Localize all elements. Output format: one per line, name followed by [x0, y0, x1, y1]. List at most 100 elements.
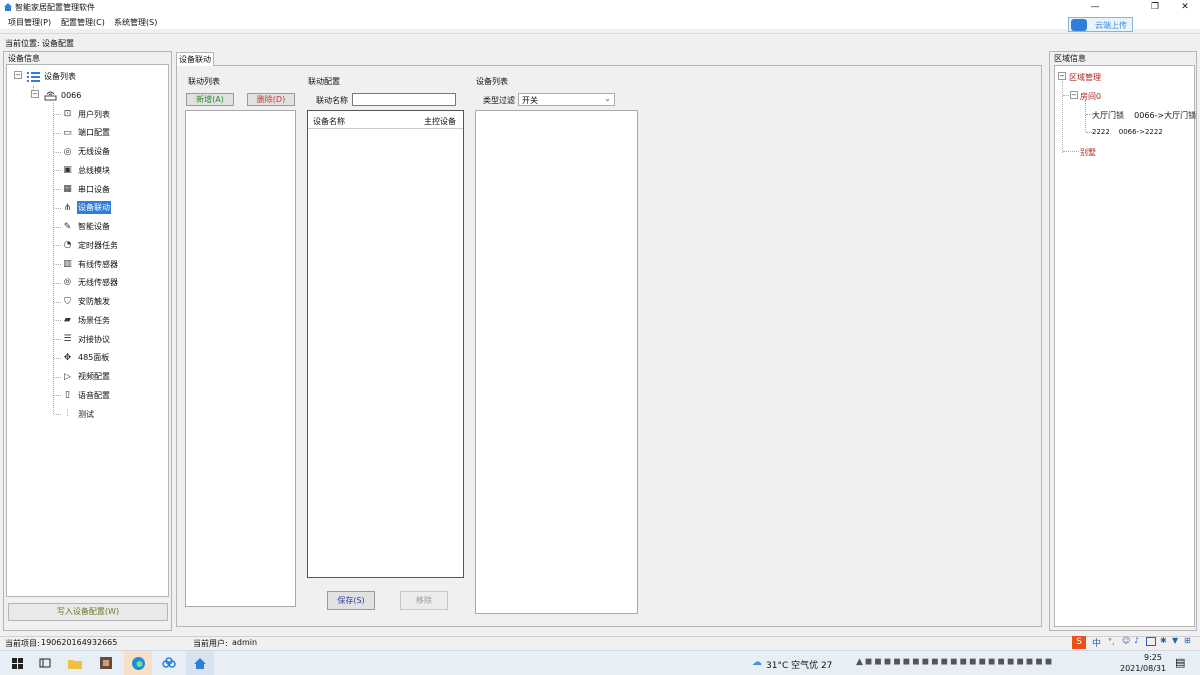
tree-item-9[interactable]: ⦾ 无线传感器 — [61, 275, 119, 291]
tree-item-15[interactable]: ▯ 语音配置 — [61, 387, 111, 403]
app-book-icon[interactable] — [97, 654, 115, 672]
panel-icon: ✥ — [63, 352, 72, 363]
tab-device-linkage[interactable]: 设备联动 — [176, 52, 214, 66]
column-master-device[interactable]: 主控设备 — [424, 116, 456, 127]
tree-item-label: 设备联动 — [77, 201, 111, 215]
mic-icon[interactable]: ♪ — [1134, 636, 1139, 645]
link-name-input[interactable] — [352, 93, 456, 106]
tree-item-16[interactable]: ⫶ 测试 — [61, 406, 95, 422]
sogou-icon[interactable]: S — [1072, 636, 1086, 649]
room-expander[interactable]: − — [1070, 91, 1078, 99]
tree-item-4[interactable]: ▦ 串口设备 — [61, 181, 111, 197]
tree-item-8[interactable]: ▥ 有线传感器 — [61, 256, 119, 272]
edge-browser-icon[interactable] — [124, 651, 152, 675]
clock-time[interactable]: 9:25 — [1133, 653, 1173, 662]
close-button[interactable]: ✕ — [1170, 0, 1200, 15]
tree-item-5[interactable]: ⋔ 设备联动 — [61, 200, 111, 216]
tree-item-1[interactable]: ▭ 端口配置 — [61, 125, 111, 141]
tree-item-label: 用户列表 — [78, 109, 110, 119]
write-config-button[interactable]: 写入设备配置(W) — [8, 603, 168, 621]
tree-item-7[interactable]: ◔ 定时器任务 — [61, 237, 119, 253]
location-value: 设备配置 — [42, 39, 74, 48]
smart-device-icon: ✎ — [63, 221, 72, 232]
smart-home-app-icon[interactable] — [186, 651, 214, 675]
tree-item-label: 有线传感器 — [78, 259, 118, 269]
test-icon: ⫶ — [66, 409, 69, 419]
tree-item-label: 无线设备 — [78, 147, 110, 156]
save-button[interactable]: 保存(S) — [327, 591, 375, 610]
tree-item-12[interactable]: ☰ 对接协议 — [61, 331, 111, 347]
type-filter-value: 开关 — [522, 96, 538, 105]
clock-date[interactable]: 2021/08/31 — [1120, 664, 1166, 673]
tree-device[interactable]: 0066 — [44, 87, 82, 103]
cloud-icon — [1071, 19, 1087, 31]
wireless-icon: ◎ — [63, 146, 72, 157]
tree-item-3[interactable]: ▣ 总线模块 — [61, 162, 111, 178]
menu-config[interactable]: 配置管理(C) — [61, 17, 105, 28]
link-name-label: 联动名称 — [316, 96, 348, 105]
room-label[interactable]: 房间0 — [1080, 91, 1101, 102]
windows-start-icon[interactable] — [8, 654, 26, 672]
weather-icon: ☁ — [752, 657, 762, 668]
notification-icon[interactable]: ▤ — [1175, 656, 1185, 669]
tree-root-expander[interactable]: − — [14, 71, 22, 79]
title-bar: 智能家居配置管理软件 — ❐ ✕ — [0, 0, 1200, 15]
tree-item-10[interactable]: ⛉ 安防触发 — [61, 294, 111, 310]
link-device-table[interactable]: 设备名称 主控设备 — [307, 110, 464, 578]
region-entry-2222[interactable]: 2222 0066->2222 — [1092, 128, 1163, 136]
port-icon: ▭ — [63, 127, 72, 138]
maximize-button[interactable]: ❐ — [1140, 0, 1170, 15]
region-villa[interactable]: 别墅 — [1080, 147, 1096, 158]
link-list-box[interactable] — [185, 110, 296, 607]
shirt-icon[interactable]: ▼ — [1172, 636, 1178, 645]
voice-icon: ▯ — [65, 390, 70, 401]
tray-icons[interactable]: ▲◼◼◼◼◼◼◼◼◼◼◼◼◼◼◼◼◼◼◼◼ — [856, 657, 1054, 667]
add-link-button[interactable]: 新增(A) — [186, 93, 234, 106]
menu-bar: 项目管理(P) 配置管理(C) 系统管理(S) — [0, 15, 1200, 29]
column-device-name[interactable]: 设备名称 — [313, 116, 345, 127]
minimize-button[interactable]: — — [1080, 0, 1110, 15]
emoji-icon[interactable]: ☺ — [1122, 636, 1130, 645]
region-root[interactable]: 区域管理 — [1069, 72, 1101, 83]
tree-item-label: 定时器任务 — [78, 240, 118, 250]
protocol-icon: ☰ — [63, 334, 72, 344]
cloud-app-icon[interactable] — [160, 654, 178, 672]
tree-device-expander[interactable]: − — [31, 90, 39, 98]
skin-icon[interactable]: ✱ — [1160, 636, 1167, 645]
cloud-upload-button[interactable]: 云端上传 — [1068, 17, 1133, 32]
tree-item-6[interactable]: ✎ 智能设备 — [61, 219, 111, 235]
tree-root[interactable]: 设备列表 — [27, 68, 77, 84]
delete-link-button[interactable]: 删除(D) — [247, 93, 295, 106]
tree-item-13[interactable]: ✥ 485面板 — [61, 350, 110, 366]
ime-mode[interactable]: 中 — [1092, 636, 1101, 649]
tree-item-label: 视频配置 — [78, 372, 110, 381]
type-filter-select[interactable]: 开关 ⌄ — [518, 93, 615, 106]
region-root-expander[interactable]: − — [1058, 72, 1066, 80]
remove-button[interactable]: 移除 — [400, 591, 448, 610]
tree-item-14[interactable]: ▷ 视频配置 — [61, 369, 111, 385]
weather-text[interactable]: 31°C 空气优 27 — [766, 658, 832, 671]
region-tree[interactable] — [1054, 65, 1195, 627]
router-icon — [44, 89, 57, 102]
status-bar: 当前项目: 190620164932665 当前用户: admin — [0, 636, 1200, 650]
tree-item-label: 端口配置 — [78, 128, 110, 138]
menu-project[interactable]: 项目管理(P) — [8, 17, 51, 28]
tree-item-0[interactable]: ⊡ 用户列表 — [61, 106, 111, 122]
project-label: 当前项目: — [5, 639, 40, 648]
punct-icon[interactable]: °, — [1108, 637, 1115, 646]
location-bar: 当前位置: 设备配置 — [0, 33, 1200, 50]
task-view-icon[interactable] — [36, 654, 54, 672]
tree-item-11[interactable]: ▰ 场景任务 — [61, 312, 111, 328]
menu-system[interactable]: 系统管理(S) — [114, 17, 157, 28]
region-entry-lock[interactable]: 大厅门锁 0066->大厅门锁 — [1092, 110, 1196, 121]
list-icon — [27, 70, 40, 83]
tree-item-label: 安防触发 — [78, 297, 110, 306]
link-config-title: 联动配置 — [308, 77, 340, 86]
grid-icon[interactable]: ⊞ — [1184, 636, 1191, 645]
keyboard-icon[interactable] — [1146, 637, 1156, 646]
file-explorer-icon[interactable] — [66, 654, 84, 672]
tree-device-label: 0066 — [61, 90, 82, 100]
chevron-down-icon: ⌄ — [604, 94, 611, 103]
tree-item-2[interactable]: ◎ 无线设备 — [61, 144, 111, 160]
device-list-box[interactable] — [475, 110, 638, 614]
